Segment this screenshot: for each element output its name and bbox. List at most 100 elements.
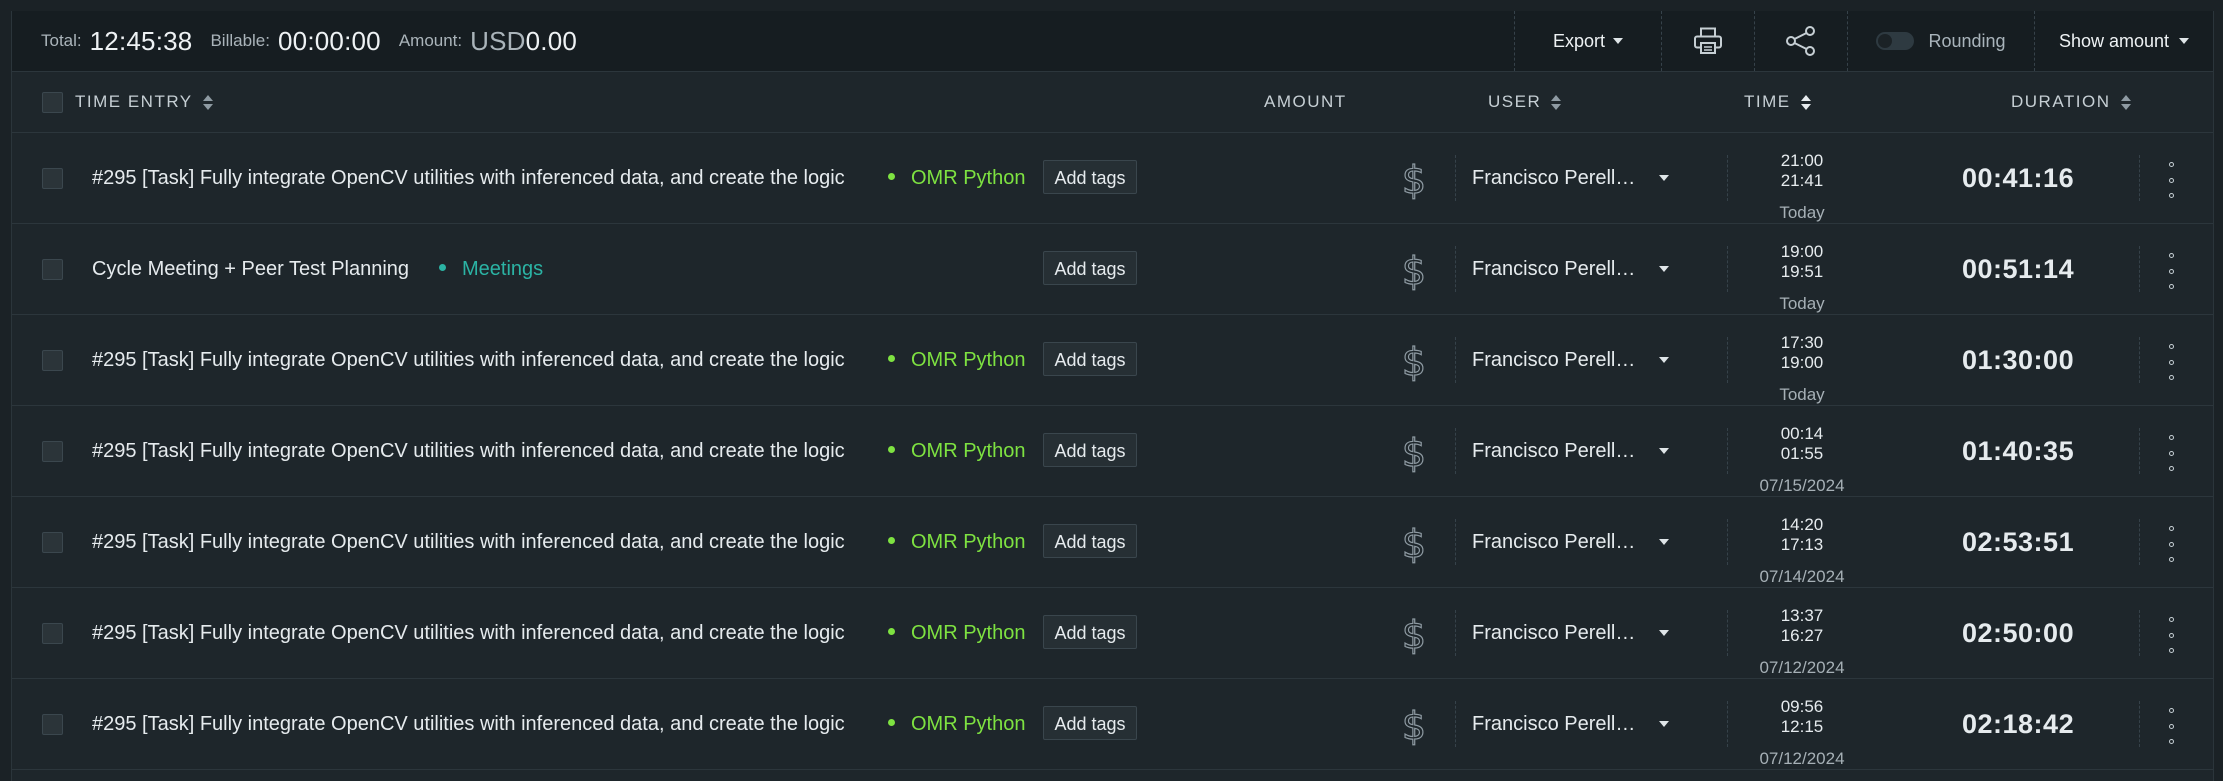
entry-date[interactable]: 07/12/2024 [1752,749,1852,769]
dollar-icon[interactable]: $ [1402,153,1426,203]
user-select[interactable]: Francisco Perellón [1472,497,1669,587]
column-duration[interactable]: DURATION [2011,72,2131,132]
row-checkbox[interactable] [42,532,63,553]
start-end-time[interactable]: 00:14 01:55 [1752,424,1852,464]
entry-date[interactable]: Today [1752,385,1852,405]
dollar-icon[interactable]: $ [1402,699,1426,749]
project-label[interactable]: OMR Python [888,133,1028,223]
sort-icon[interactable] [2120,94,2131,110]
project-label[interactable]: OMR Python [888,315,1028,405]
time-range[interactable]: 13:37 16:27 07/12/2024 [1752,606,1852,678]
add-tags-button[interactable]: Add tags [1043,433,1137,467]
row-checkbox[interactable] [42,350,63,371]
start-end-time[interactable]: 19:00 19:51 [1752,242,1852,282]
divider [2139,610,2140,656]
dollar-icon[interactable]: $ [1402,426,1426,476]
user-select[interactable]: Francisco Perellón [1472,133,1669,223]
column-time-entry[interactable]: TIME ENTRY [75,72,213,132]
duration-value[interactable]: 01:40:35 [1962,406,2074,496]
row-checkbox[interactable] [42,168,63,189]
export-dropdown[interactable]: Export [1514,11,1661,71]
sort-desc-icon[interactable] [1800,94,1811,110]
svg-text:$: $ [1402,431,1426,475]
duration-value[interactable]: 02:50:00 [1962,588,2074,678]
dollar-icon[interactable]: $ [1402,517,1426,567]
entry-description[interactable]: Cycle Meeting + Peer Test Planning [92,224,409,314]
start-end-time[interactable]: 13:37 16:27 [1752,606,1852,646]
entry-date[interactable]: 07/14/2024 [1752,567,1852,587]
row-checkbox[interactable] [42,259,63,280]
duration-value[interactable]: 00:51:14 [1962,224,2074,314]
dollar-icon[interactable]: $ [1402,608,1426,658]
time-range[interactable]: 09:56 12:15 07/12/2024 [1752,697,1852,769]
entry-date[interactable]: 07/12/2024 [1752,658,1852,678]
time-entry-list: #295 [Task] Fully integrate OpenCV utili… [12,133,2213,770]
project-label[interactable]: OMR Python [888,406,1028,496]
duration-value[interactable]: 00:41:16 [1962,133,2074,223]
project-label[interactable]: OMR Python [888,679,1028,769]
entry-description[interactable]: #295 [Task] Fully integrate OpenCV utili… [92,133,857,223]
duration-value[interactable]: 01:30:00 [1962,315,2074,405]
time-range[interactable]: 19:00 19:51 Today [1752,242,1852,314]
column-user[interactable]: USER [1488,72,1562,132]
rounding-switch[interactable] [1876,32,1915,50]
rounding-toggle[interactable]: Rounding [1847,11,2034,71]
time-range[interactable]: 21:00 21:41 Today [1752,151,1852,223]
add-tags-button[interactable]: Add tags [1043,524,1137,558]
row-checkbox[interactable] [42,623,63,644]
print-button[interactable] [1661,11,1754,71]
column-time[interactable]: TIME [1744,72,1811,132]
entry-description[interactable]: #295 [Task] Fully integrate OpenCV utili… [92,679,857,769]
entry-description[interactable]: #295 [Task] Fully integrate OpenCV utili… [92,406,857,496]
add-tags-button[interactable]: Add tags [1043,342,1137,376]
entry-description[interactable]: #295 [Task] Fully integrate OpenCV utili… [92,588,857,678]
row-checkbox[interactable] [42,441,63,462]
column-user-label: USER [1488,92,1542,111]
time-range[interactable]: 00:14 01:55 07/15/2024 [1752,424,1852,496]
more-options-icon[interactable] [2167,344,2175,380]
sort-icon[interactable] [1551,94,1562,110]
show-amount-dropdown[interactable]: Show amount [2034,11,2213,71]
start-end-time[interactable]: 17:30 19:00 [1752,333,1852,373]
duration-value[interactable]: 02:18:42 [1962,679,2074,769]
user-select[interactable]: Francisco Perellón [1472,679,1669,769]
checkbox[interactable] [42,91,63,113]
entry-date[interactable]: Today [1752,203,1852,223]
select-all-checkbox[interactable] [42,72,63,132]
start-end-time[interactable]: 21:00 21:41 [1752,151,1852,191]
more-options-icon[interactable] [2167,162,2175,198]
add-tags-button[interactable]: Add tags [1043,251,1137,285]
more-options-icon[interactable] [2167,435,2175,471]
dollar-icon[interactable]: $ [1402,335,1426,385]
entry-date[interactable]: Today [1752,294,1852,314]
start-end-time[interactable]: 09:56 12:15 [1752,697,1852,737]
user-select[interactable]: Francisco Perellón [1472,588,1669,678]
user-select[interactable]: Francisco Perellón [1472,315,1669,405]
start-end-time[interactable]: 14:20 17:13 [1752,515,1852,555]
more-options-icon[interactable] [2167,253,2175,289]
share-button[interactable] [1754,11,1847,71]
svg-text:$: $ [1402,158,1426,202]
add-tags-button[interactable]: Add tags [1043,615,1137,649]
project-label[interactable]: OMR Python [888,497,1028,587]
add-tags-button[interactable]: Add tags [1043,706,1137,740]
entry-description[interactable]: #295 [Task] Fully integrate OpenCV utili… [92,315,857,405]
project-label[interactable]: OMR Python [888,588,1028,678]
add-tags-button[interactable]: Add tags [1043,160,1137,194]
entry-date[interactable]: 07/15/2024 [1752,476,1852,496]
row-checkbox[interactable] [42,714,63,735]
time-range[interactable]: 17:30 19:00 Today [1752,333,1852,405]
more-options-icon[interactable] [2167,708,2175,744]
user-select[interactable]: Francisco Perellón [1472,224,1669,314]
billable-label: Billable: [210,31,270,50]
dollar-icon[interactable]: $ [1402,244,1426,294]
project-label[interactable]: Meetings [439,224,543,314]
time-range[interactable]: 14:20 17:13 07/14/2024 [1752,515,1852,587]
more-options-icon[interactable] [2167,617,2175,653]
more-options-icon[interactable] [2167,526,2175,562]
user-select[interactable]: Francisco Perellón [1472,406,1669,496]
duration-value[interactable]: 02:53:51 [1962,497,2074,587]
entry-description[interactable]: #295 [Task] Fully integrate OpenCV utili… [92,497,857,587]
sort-icon[interactable] [202,94,213,110]
divider [2139,155,2140,201]
